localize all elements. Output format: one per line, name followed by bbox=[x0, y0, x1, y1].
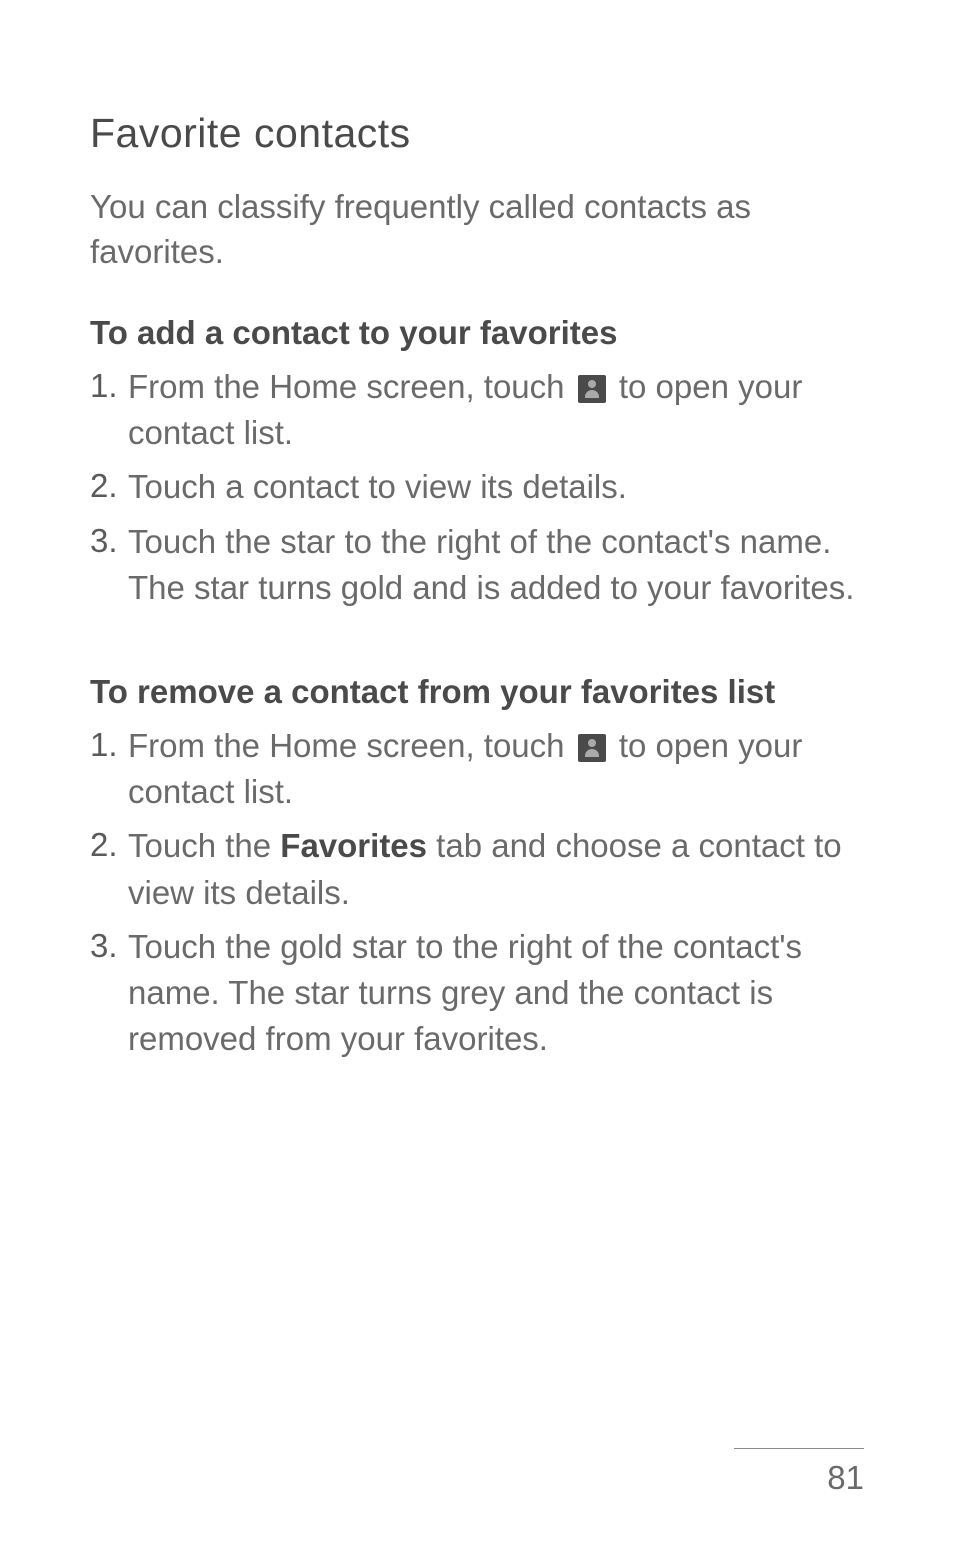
step-text-a: From the Home screen, touch bbox=[128, 368, 574, 405]
step-text: Touch the Favorites tab and choose a con… bbox=[128, 823, 864, 915]
remove-favorites-heading: To remove a contact from your favorites … bbox=[90, 673, 864, 711]
page-number: 81 bbox=[827, 1459, 864, 1497]
footer-divider bbox=[734, 1448, 864, 1449]
intro-paragraph: You can classify frequently called conta… bbox=[90, 185, 864, 274]
add-step-2: 2. Touch a contact to view its details. bbox=[90, 464, 864, 510]
page-footer: 81 bbox=[734, 1448, 864, 1497]
remove-step-1: 1. From the Home screen, touch to open y… bbox=[90, 723, 864, 815]
favorites-bold: Favorites bbox=[280, 827, 427, 864]
step-number: 3. bbox=[90, 924, 128, 969]
step-text: Touch the gold star to the right of the … bbox=[128, 924, 864, 1063]
add-favorites-heading: To add a contact to your favorites bbox=[90, 314, 864, 352]
add-step-3: 3. Touch the star to the right of the co… bbox=[90, 519, 864, 611]
step-text: Touch the star to the right of the conta… bbox=[128, 519, 864, 611]
contacts-icon bbox=[578, 734, 606, 762]
step-text: Touch a contact to view its details. bbox=[128, 464, 864, 510]
step-text: From the Home screen, touch to open your… bbox=[128, 364, 864, 456]
step-number: 2. bbox=[90, 823, 128, 868]
step-text-a: Touch the bbox=[128, 827, 280, 864]
remove-step-3: 3. Touch the gold star to the right of t… bbox=[90, 924, 864, 1063]
add-step-1: 1. From the Home screen, touch to open y… bbox=[90, 364, 864, 456]
remove-step-2: 2. Touch the Favorites tab and choose a … bbox=[90, 823, 864, 915]
step-number: 1. bbox=[90, 723, 128, 768]
contacts-icon bbox=[578, 375, 606, 403]
step-number: 3. bbox=[90, 519, 128, 564]
step-text-a: From the Home screen, touch bbox=[128, 727, 574, 764]
main-heading: Favorite contacts bbox=[90, 110, 864, 157]
step-number: 1. bbox=[90, 364, 128, 409]
step-text: From the Home screen, touch to open your… bbox=[128, 723, 864, 815]
step-number: 2. bbox=[90, 464, 128, 509]
